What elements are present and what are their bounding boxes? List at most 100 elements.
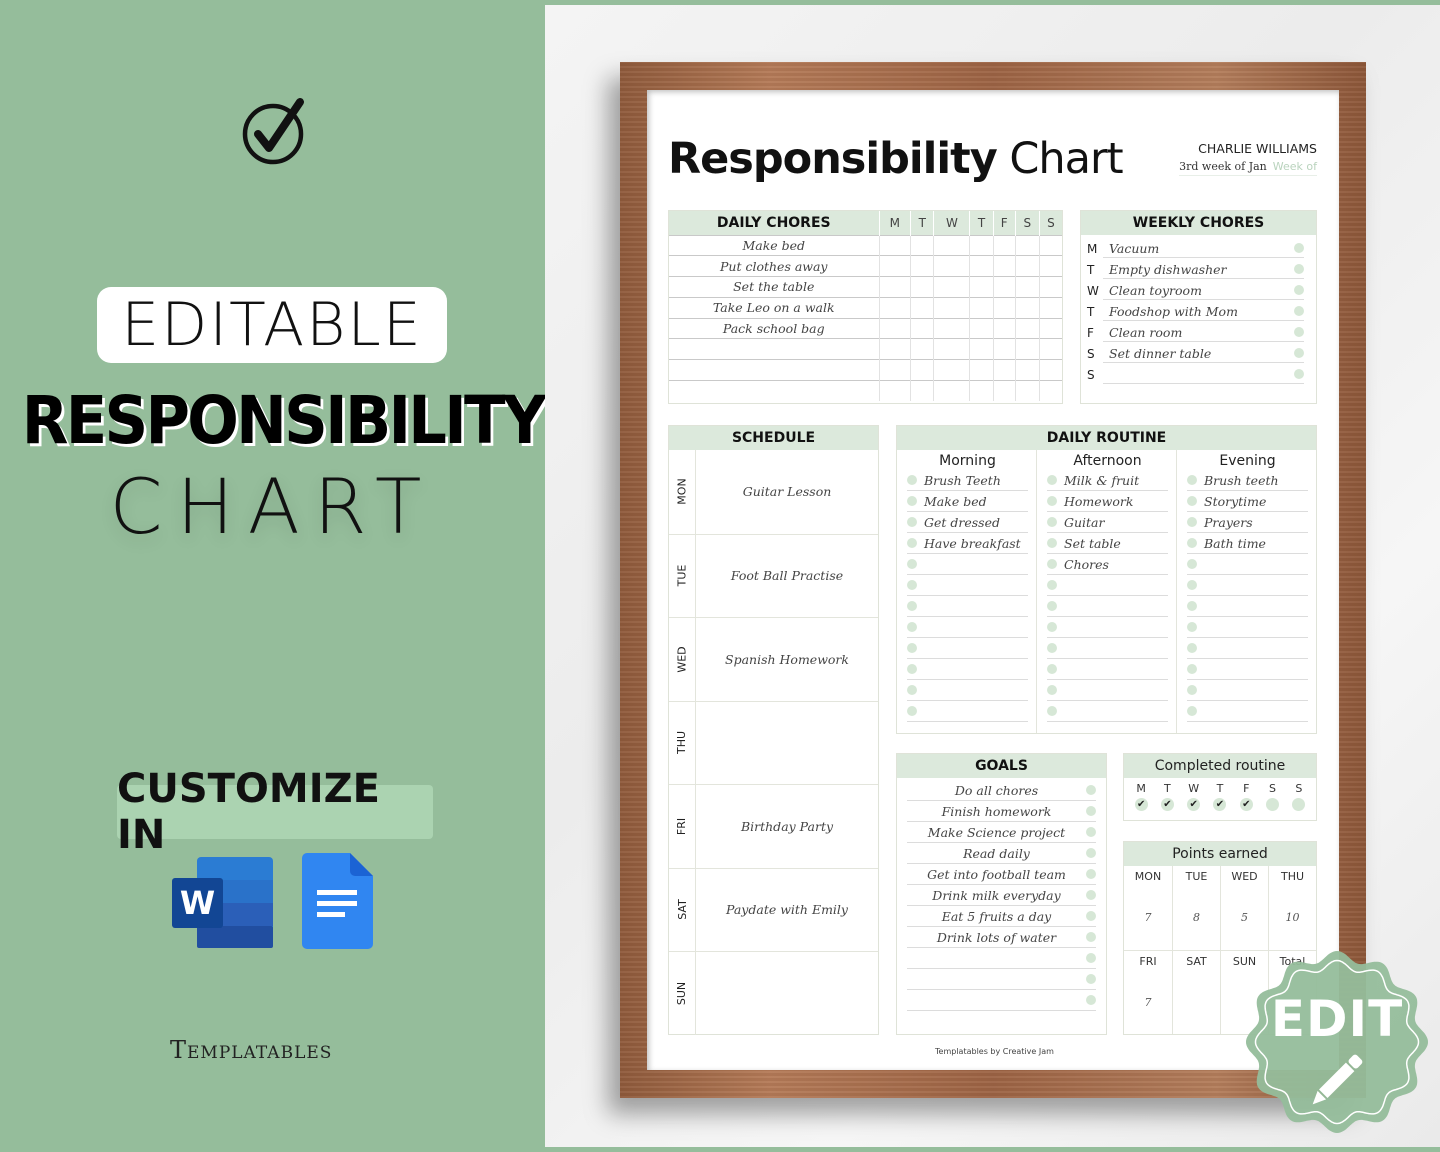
goal-item[interactable]: Drink milk everyday xyxy=(907,885,1096,906)
routine-item[interactable] xyxy=(1047,575,1168,596)
checkbox-circle-icon[interactable] xyxy=(1086,869,1096,879)
routine-item[interactable] xyxy=(1187,680,1308,701)
checkbox-circle-icon[interactable] xyxy=(1047,580,1057,590)
chore-checkbox-cell[interactable] xyxy=(1038,234,1062,256)
child-name[interactable]: CHARLIE WILLIAMS xyxy=(1198,141,1317,156)
points-cell[interactable]: WED 5 xyxy=(1220,866,1268,950)
schedule-event-cell[interactable]: Foot Ball Practise xyxy=(696,535,878,618)
routine-item[interactable] xyxy=(1047,659,1168,680)
weekly-chore-item[interactable]: Empty dishwasher xyxy=(1103,260,1304,279)
routine-item[interactable]: Set table xyxy=(1047,533,1168,554)
routine-item[interactable]: Bath time xyxy=(1187,533,1308,554)
chore-checkbox-cell[interactable] xyxy=(1014,359,1040,381)
schedule-event-cell[interactable]: Birthday Party xyxy=(696,785,878,868)
chore-checkbox-cell[interactable] xyxy=(1038,338,1062,360)
chore-checkbox-cell[interactable] xyxy=(910,234,934,256)
checkbox-circle-icon[interactable] xyxy=(1294,369,1304,379)
points-cell[interactable]: FRI 7 xyxy=(1124,950,1172,1034)
routine-item[interactable]: Guitar xyxy=(1047,512,1168,533)
checkbox-circle-icon[interactable] xyxy=(1086,827,1096,837)
routine-item[interactable] xyxy=(907,638,1028,659)
checkbox-circle-icon[interactable] xyxy=(1047,559,1057,569)
chore-checkbox-cell[interactable] xyxy=(969,296,994,319)
checkbox-circle-icon[interactable] xyxy=(907,559,917,569)
routine-item[interactable]: Homework xyxy=(1047,491,1168,512)
routine-item[interactable] xyxy=(907,554,1028,575)
goal-item[interactable]: Eat 5 fruits a day xyxy=(907,906,1096,927)
checkbox-circle-icon[interactable] xyxy=(1187,706,1197,716)
routine-item[interactable]: Brush teeth xyxy=(1187,470,1308,491)
routine-item[interactable] xyxy=(1047,638,1168,659)
checkbox-circle-icon[interactable] xyxy=(1047,643,1057,653)
chore-checkbox-cell[interactable] xyxy=(992,380,1016,402)
points-cell[interactable]: SAT xyxy=(1172,950,1220,1034)
chore-checkbox-cell[interactable] xyxy=(910,276,934,298)
chore-checkbox-cell[interactable] xyxy=(992,234,1016,256)
chore-checkbox-cell[interactable] xyxy=(1038,380,1062,402)
checkbox-circle-icon[interactable] xyxy=(1294,243,1304,253)
chore-checkbox-cell[interactable] xyxy=(992,296,1016,319)
routine-item[interactable] xyxy=(1187,659,1308,680)
routine-item[interactable] xyxy=(1187,701,1308,722)
chore-checkbox-cell[interactable] xyxy=(1038,276,1062,298)
checkbox-circle-icon[interactable] xyxy=(907,685,917,695)
checkbox-circle-icon[interactable] xyxy=(907,475,917,485)
goal-item[interactable]: Do all chores xyxy=(907,780,1096,801)
checkbox-circle-icon[interactable] xyxy=(1294,264,1304,274)
chore-checkbox-cell[interactable] xyxy=(933,380,970,402)
chore-checkbox-cell[interactable] xyxy=(969,338,994,360)
goal-item[interactable]: Drink lots of water xyxy=(907,927,1096,948)
chore-name[interactable]: Put clothes away xyxy=(669,255,879,277)
checkbox-circle-icon[interactable] xyxy=(1047,706,1057,716)
checkbox-circle-icon[interactable] xyxy=(1187,601,1197,611)
chore-checkbox-cell[interactable] xyxy=(1038,296,1062,319)
checkbox-circle-icon[interactable] xyxy=(907,706,917,716)
checkbox-circle-icon[interactable] xyxy=(1086,890,1096,900)
chore-checkbox-cell[interactable] xyxy=(933,296,970,319)
chore-checkbox-cell[interactable] xyxy=(1038,255,1062,277)
chore-checkbox-cell[interactable] xyxy=(1038,317,1062,339)
checkbox-circle-icon[interactable] xyxy=(1047,517,1057,527)
chore-checkbox-cell[interactable] xyxy=(910,255,934,277)
routine-item[interactable] xyxy=(1047,701,1168,722)
checkbox-circle-icon[interactable] xyxy=(1047,496,1057,506)
checkmark-icon[interactable]: ✔ xyxy=(1134,798,1148,811)
routine-item[interactable] xyxy=(907,575,1028,596)
routine-item[interactable]: Brush Teeth xyxy=(907,470,1028,491)
routine-item[interactable] xyxy=(907,659,1028,680)
checkbox-circle-icon[interactable] xyxy=(1187,664,1197,674)
weekly-chore-item[interactable] xyxy=(1103,365,1304,384)
goal-item[interactable] xyxy=(907,948,1096,969)
chore-name[interactable]: Make bed xyxy=(669,234,879,256)
chore-checkbox-cell[interactable] xyxy=(878,359,911,381)
points-cell[interactable]: TUE 8 xyxy=(1172,866,1220,950)
chore-checkbox-cell[interactable] xyxy=(878,317,911,339)
checkbox-circle-icon[interactable] xyxy=(1294,306,1304,316)
checkbox-circle-icon[interactable] xyxy=(1086,806,1096,816)
chore-name[interactable]: Pack school bag xyxy=(669,317,879,339)
checkbox-circle-icon[interactable] xyxy=(1266,798,1280,811)
checkbox-circle-icon[interactable] xyxy=(1187,517,1197,527)
schedule-event-cell[interactable]: Paydate with Emily xyxy=(696,869,878,952)
chore-checkbox-cell[interactable] xyxy=(910,359,934,381)
routine-item[interactable]: Chores xyxy=(1047,554,1168,575)
checkbox-circle-icon[interactable] xyxy=(1187,538,1197,548)
schedule-event-cell[interactable] xyxy=(696,702,878,785)
chore-checkbox-cell[interactable] xyxy=(969,359,994,381)
checkmark-icon[interactable]: ✔ xyxy=(1239,798,1253,811)
chore-checkbox-cell[interactable] xyxy=(910,317,934,339)
routine-item[interactable]: Make bed xyxy=(907,491,1028,512)
checkbox-circle-icon[interactable] xyxy=(907,538,917,548)
schedule-event-cell[interactable]: Spanish Homework xyxy=(696,618,878,701)
routine-item[interactable] xyxy=(907,680,1028,701)
checkbox-circle-icon[interactable] xyxy=(907,517,917,527)
week-field[interactable]: 3rd week of Jan Week of xyxy=(1179,160,1317,176)
checkbox-circle-icon[interactable] xyxy=(907,622,917,632)
goal-item[interactable]: Get into football team xyxy=(907,864,1096,885)
goal-item[interactable] xyxy=(907,990,1096,1011)
chore-checkbox-cell[interactable] xyxy=(992,276,1016,298)
checkbox-circle-icon[interactable] xyxy=(1047,664,1057,674)
chore-checkbox-cell[interactable] xyxy=(933,359,970,381)
chore-checkbox-cell[interactable] xyxy=(992,338,1016,360)
checkbox-circle-icon[interactable] xyxy=(1187,685,1197,695)
